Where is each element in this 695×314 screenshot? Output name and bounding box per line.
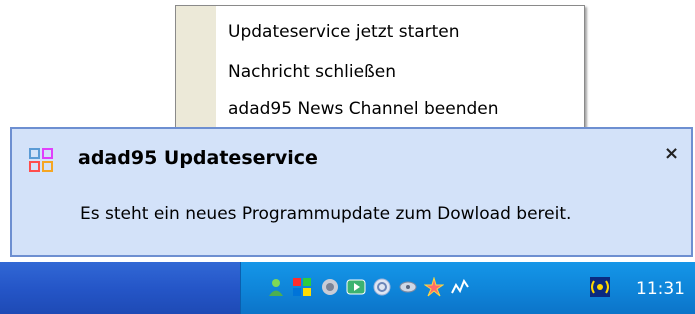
clock[interactable]: 11:31 <box>636 279 685 299</box>
wireless-icon[interactable] <box>590 277 610 297</box>
chart-icon[interactable] <box>450 277 470 297</box>
star-icon[interactable] <box>424 277 444 297</box>
balloon-title: adad95 Updateservice <box>78 147 318 169</box>
sync-icon[interactable] <box>372 277 392 297</box>
media-icon[interactable] <box>346 277 366 297</box>
speaker-icon[interactable] <box>320 277 340 297</box>
close-icon[interactable]: × <box>664 143 679 164</box>
network-icon[interactable] <box>398 277 418 297</box>
menu-item-exit-news-channel[interactable]: adad95 News Channel beenden <box>228 99 499 119</box>
app-grid-icon <box>29 148 53 172</box>
context-menu: Updateservice jetzt starten Nachricht sc… <box>175 5 585 128</box>
flag-icon[interactable] <box>292 277 312 297</box>
menu-item-start-updateservice[interactable]: Updateservice jetzt starten <box>228 22 460 42</box>
balloon-message: Es steht ein neues Programmupdate zum Do… <box>80 204 572 224</box>
menu-gutter <box>176 6 216 127</box>
menu-item-close-message[interactable]: Nachricht schließen <box>228 62 396 82</box>
notification-balloon[interactable]: adad95 Updateservice × Es steht ein neue… <box>10 127 693 257</box>
user-icon[interactable] <box>266 277 286 297</box>
